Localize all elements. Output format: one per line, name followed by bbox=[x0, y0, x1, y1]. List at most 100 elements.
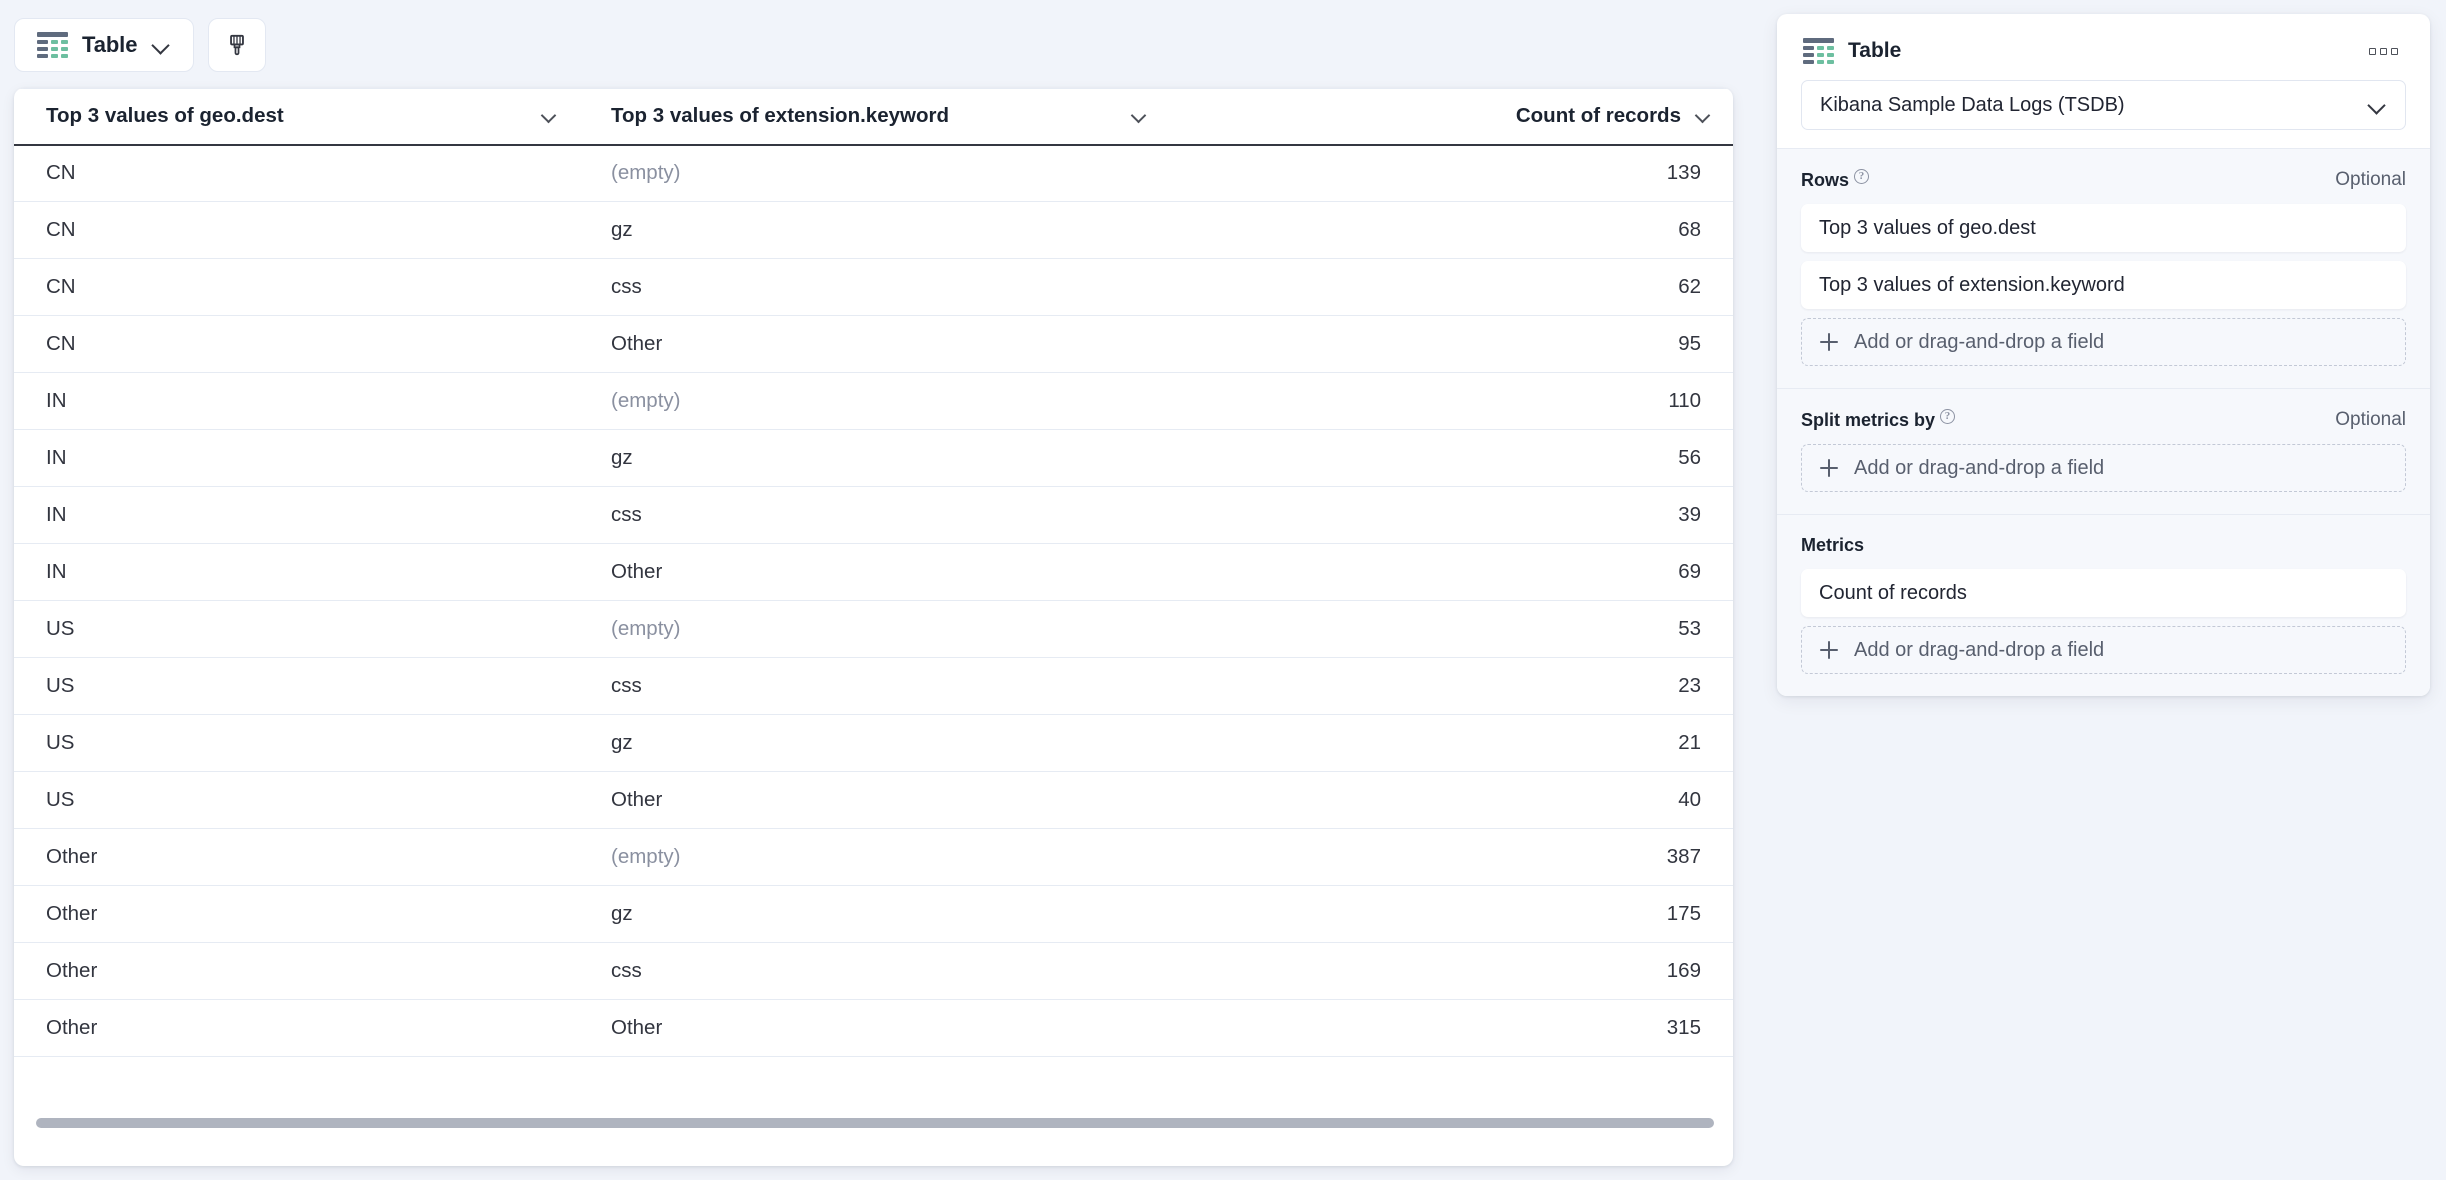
table-row[interactable]: US Other 40 bbox=[14, 771, 1733, 829]
cell-extension-keyword[interactable]: Other bbox=[579, 999, 1169, 1057]
help-circle-icon[interactable]: ? bbox=[1854, 169, 1870, 184]
cell-geo-dest[interactable]: CN bbox=[14, 201, 579, 259]
cell-geo-dest[interactable]: IN bbox=[14, 372, 579, 430]
table-row[interactable]: US gz 21 bbox=[14, 714, 1733, 772]
cell-extension-keyword[interactable]: (empty) bbox=[579, 372, 1169, 430]
table-row[interactable]: IN (empty) 110 bbox=[14, 372, 1733, 430]
cell-count-of-records[interactable]: 56 bbox=[1169, 429, 1733, 487]
cell-count-of-records[interactable]: 53 bbox=[1169, 600, 1733, 658]
column-header-count-of-records[interactable]: Count of records bbox=[1169, 88, 1733, 146]
add-field-label: Add or drag-and-drop a field bbox=[1854, 638, 2105, 661]
table-row[interactable]: CN gz 68 bbox=[14, 201, 1733, 259]
dimension-field-top-3-values-of-extension-keyword[interactable]: Top 3 values of extension.keyword bbox=[1801, 261, 2406, 309]
table-icon bbox=[1803, 38, 1835, 64]
cell-count-of-records[interactable]: 387 bbox=[1169, 828, 1733, 886]
chevron-down-icon[interactable] bbox=[1131, 110, 1151, 122]
table-row[interactable]: IN Other 69 bbox=[14, 543, 1733, 601]
cell-geo-dest[interactable]: US bbox=[14, 657, 579, 715]
dimension-field-top-3-values-of-geo-dest[interactable]: Top 3 values of geo.dest bbox=[1801, 204, 2406, 252]
cell-geo-dest[interactable]: IN bbox=[14, 486, 579, 544]
chart-switch-button[interactable]: Table bbox=[14, 18, 195, 72]
cell-geo-dest[interactable]: IN bbox=[14, 429, 579, 487]
cell-count-of-records[interactable]: 95 bbox=[1169, 315, 1733, 373]
workspace-toolbar: Table bbox=[14, 18, 1733, 72]
cell-extension-keyword[interactable]: gz bbox=[579, 714, 1169, 772]
data-source-select[interactable]: Kibana Sample Data Logs (TSDB) bbox=[1801, 80, 2406, 130]
dimension-field-count-of-records[interactable]: Count of records bbox=[1801, 569, 2406, 617]
table-row[interactable]: CN (empty) 139 bbox=[14, 144, 1733, 202]
table-header-row: Top 3 values of geo.dest Top 3 values of… bbox=[14, 88, 1733, 146]
add-field-button[interactable]: Add or drag-and-drop a field bbox=[1801, 444, 2406, 492]
cell-extension-keyword[interactable]: (empty) bbox=[579, 828, 1169, 886]
table-row[interactable]: IN gz 56 bbox=[14, 429, 1733, 487]
cell-geo-dest[interactable]: US bbox=[14, 600, 579, 658]
table-row[interactable]: Other Other 315 bbox=[14, 999, 1733, 1057]
table-row[interactable]: US (empty) 53 bbox=[14, 600, 1733, 658]
cell-geo-dest[interactable]: CN bbox=[14, 258, 579, 316]
cell-extension-keyword[interactable]: css bbox=[579, 942, 1169, 1000]
datatable: Top 3 values of geo.dest Top 3 values of… bbox=[14, 88, 1733, 1057]
config-section-header: Metrics bbox=[1801, 535, 2406, 556]
cell-extension-keyword[interactable]: gz bbox=[579, 885, 1169, 943]
cell-count-of-records[interactable]: 315 bbox=[1169, 999, 1733, 1057]
visual-options-button[interactable] bbox=[208, 18, 267, 72]
help-circle-icon[interactable]: ? bbox=[1940, 409, 1956, 424]
data-source-label: Kibana Sample Data Logs (TSDB) bbox=[1820, 93, 2125, 116]
horizontal-scrollbar-thumb[interactable] bbox=[36, 1118, 1714, 1128]
optional-label: Optional bbox=[2335, 409, 2406, 430]
cell-geo-dest[interactable]: Other bbox=[14, 999, 579, 1057]
cell-geo-dest[interactable]: Other bbox=[14, 942, 579, 1000]
boxes-horizontal-icon[interactable] bbox=[2363, 42, 2404, 61]
cell-geo-dest[interactable]: CN bbox=[14, 315, 579, 373]
config-panel-title: Table bbox=[1848, 39, 1902, 62]
column-header-label: Top 3 values of geo.dest bbox=[46, 104, 284, 128]
datatable-card: Top 3 values of geo.dest Top 3 values of… bbox=[14, 88, 1733, 1166]
table-row[interactable]: CN css 62 bbox=[14, 258, 1733, 316]
cell-geo-dest[interactable]: US bbox=[14, 714, 579, 772]
chevron-down-icon[interactable] bbox=[541, 110, 561, 122]
config-sections: Rows? Optional Top 3 values of geo.dest Top… bbox=[1777, 148, 2430, 696]
cell-count-of-records[interactable]: 62 bbox=[1169, 258, 1733, 316]
cell-geo-dest[interactable]: CN bbox=[14, 144, 579, 202]
cell-extension-keyword[interactable]: css bbox=[579, 657, 1169, 715]
cell-count-of-records[interactable]: 39 bbox=[1169, 486, 1733, 544]
cell-count-of-records[interactable]: 69 bbox=[1169, 543, 1733, 601]
table-row[interactable]: US css 23 bbox=[14, 657, 1733, 715]
cell-count-of-records[interactable]: 40 bbox=[1169, 771, 1733, 829]
plus-icon bbox=[1820, 641, 1838, 659]
cell-geo-dest[interactable]: Other bbox=[14, 828, 579, 886]
column-header-geo-dest[interactable]: Top 3 values of geo.dest bbox=[14, 88, 579, 146]
table-row[interactable]: Other css 169 bbox=[14, 942, 1733, 1000]
table-row[interactable]: Other (empty) 387 bbox=[14, 828, 1733, 886]
plus-icon bbox=[1820, 333, 1838, 351]
table-row[interactable]: IN css 39 bbox=[14, 486, 1733, 544]
cell-count-of-records[interactable]: 139 bbox=[1169, 144, 1733, 202]
config-panel-header: Table bbox=[1777, 14, 2430, 80]
cell-count-of-records[interactable]: 175 bbox=[1169, 885, 1733, 943]
cell-extension-keyword[interactable]: Other bbox=[579, 771, 1169, 829]
cell-extension-keyword[interactable]: gz bbox=[579, 201, 1169, 259]
horizontal-scrollbar[interactable] bbox=[14, 1114, 1733, 1132]
cell-extension-keyword[interactable]: (empty) bbox=[579, 144, 1169, 202]
chevron-down-icon[interactable] bbox=[1695, 110, 1715, 122]
cell-count-of-records[interactable]: 68 bbox=[1169, 201, 1733, 259]
table-row[interactable]: CN Other 95 bbox=[14, 315, 1733, 373]
cell-extension-keyword[interactable]: css bbox=[579, 258, 1169, 316]
cell-extension-keyword[interactable]: Other bbox=[579, 315, 1169, 373]
cell-count-of-records[interactable]: 169 bbox=[1169, 942, 1733, 1000]
cell-extension-keyword[interactable]: (empty) bbox=[579, 600, 1169, 658]
cell-extension-keyword[interactable]: css bbox=[579, 486, 1169, 544]
add-field-button[interactable]: Add or drag-and-drop a field bbox=[1801, 626, 2406, 674]
workspace-pane: Table Top 3 values of geo.dest Top 3 val… bbox=[0, 0, 1733, 1180]
cell-extension-keyword[interactable]: Other bbox=[579, 543, 1169, 601]
column-header-extension-keyword[interactable]: Top 3 values of extension.keyword bbox=[579, 88, 1169, 146]
cell-geo-dest[interactable]: Other bbox=[14, 885, 579, 943]
cell-extension-keyword[interactable]: gz bbox=[579, 429, 1169, 487]
table-row[interactable]: Other gz 175 bbox=[14, 885, 1733, 943]
cell-count-of-records[interactable]: 23 bbox=[1169, 657, 1733, 715]
cell-count-of-records[interactable]: 110 bbox=[1169, 372, 1733, 430]
cell-geo-dest[interactable]: US bbox=[14, 771, 579, 829]
add-field-button[interactable]: Add or drag-and-drop a field bbox=[1801, 318, 2406, 366]
cell-geo-dest[interactable]: IN bbox=[14, 543, 579, 601]
cell-count-of-records[interactable]: 21 bbox=[1169, 714, 1733, 772]
